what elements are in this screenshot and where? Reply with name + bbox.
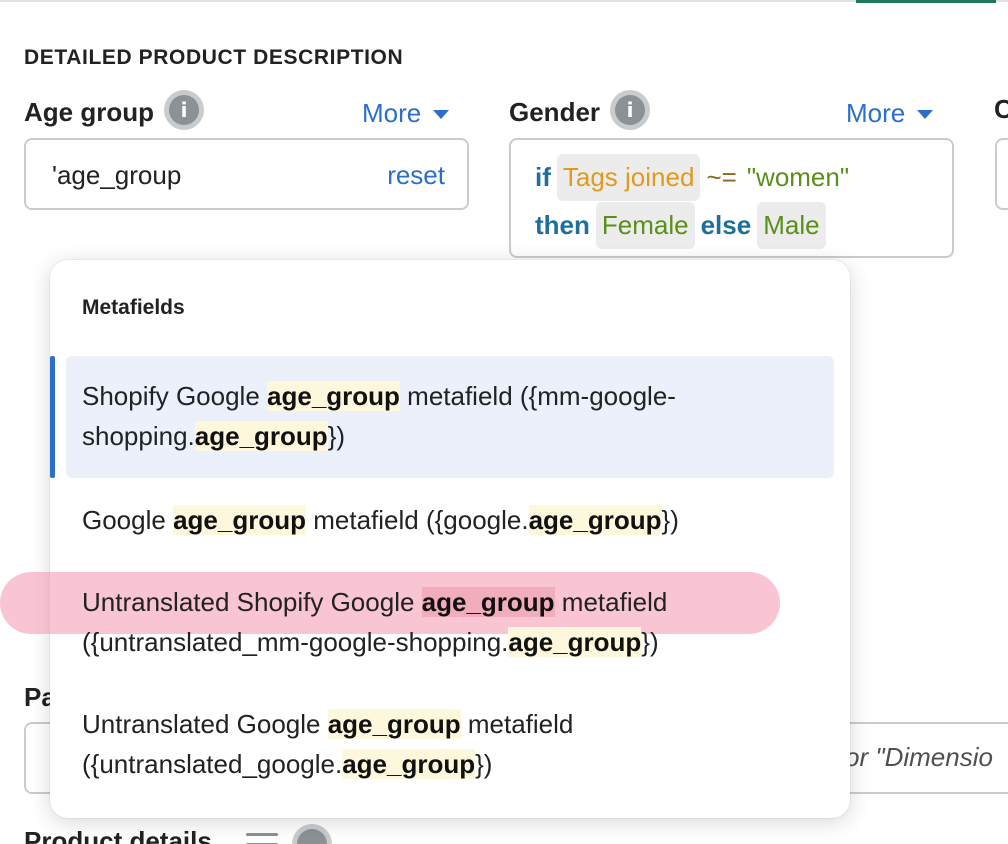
- selection-indicator: [50, 356, 55, 478]
- option-text: }): [327, 421, 346, 451]
- age-group-label: Age group: [24, 96, 154, 127]
- caret-down-icon: [917, 110, 934, 119]
- option-text: shopping.: [82, 421, 195, 451]
- option-text: metafield ({google.: [306, 505, 529, 535]
- next-field-input[interactable]: [995, 138, 1008, 210]
- age-group-more-button[interactable]: More: [362, 98, 450, 129]
- option-text: Shopify Google: [82, 381, 268, 411]
- gender-label-row: Gender i: [509, 90, 651, 130]
- string-literal: "women": [746, 162, 850, 192]
- product-details-icons: [246, 824, 332, 844]
- gender-expression-input[interactable]: if Tags joined ~= "women" then Female el…: [509, 138, 954, 258]
- match-highlight: age_group: [267, 381, 400, 411]
- if-keyword: if: [535, 162, 551, 192]
- gender-label: Gender: [509, 96, 601, 127]
- section-title: DETAILED PRODUCT DESCRIPTION: [24, 46, 404, 69]
- option-text: metafield: [554, 587, 668, 617]
- dropdown-heading: Metafields: [82, 296, 185, 319]
- match-highlight: age_group: [528, 505, 662, 535]
- reset-button[interactable]: reset: [387, 160, 445, 191]
- expression-line-2: then Female else Male: [535, 202, 832, 249]
- info-icon[interactable]: i: [610, 90, 651, 130]
- option-text: Google: [82, 505, 174, 535]
- tags-joined-chip[interactable]: Tags joined: [556, 154, 701, 201]
- option-text: }): [475, 749, 493, 779]
- match-highlight: age_group: [194, 421, 328, 451]
- male-chip[interactable]: Male: [757, 202, 826, 249]
- pa-field-placeholder: or "Dimensio: [845, 742, 993, 772]
- option-text: Untranslated Shopify Google: [82, 587, 422, 617]
- info-icon[interactable]: [292, 824, 332, 844]
- match-highlight: age_group: [342, 749, 476, 779]
- option-text: metafield: [460, 709, 574, 739]
- gender-more-button[interactable]: More: [846, 98, 934, 129]
- match-highlight: age_group: [508, 627, 642, 657]
- age-group-label-row: Age group i: [24, 90, 204, 130]
- option-text: ({untranslated_mm-google-shopping.: [82, 627, 509, 657]
- active-tab-indicator: [856, 0, 996, 3]
- then-keyword: then: [535, 210, 590, 240]
- operator: ~=: [706, 162, 737, 192]
- else-keyword: else: [700, 210, 752, 240]
- option-text: }): [661, 505, 679, 535]
- dropdown-option-untranslated-shopify-google[interactable]: Untranslated Shopify Google age_group me…: [66, 582, 834, 666]
- expression-line-1: if Tags joined ~= "women": [535, 154, 849, 201]
- age-group-input[interactable]: 'age_group reset: [24, 138, 469, 210]
- info-icon[interactable]: i: [164, 90, 204, 130]
- drag-handle-icon[interactable]: [246, 833, 278, 844]
- option-text: }): [641, 627, 659, 657]
- dropdown-option-shopify-google[interactable]: Shopify Google age_group metafield ({mm-…: [66, 356, 834, 478]
- female-chip[interactable]: Female: [595, 202, 695, 249]
- dropdown-option-google[interactable]: Google age_group metafield ({google.age_…: [66, 500, 834, 544]
- match-highlight: age_group: [173, 505, 306, 535]
- caret-down-icon: [433, 110, 450, 119]
- age-group-value: 'age_group: [52, 160, 182, 190]
- option-text: metafield ({mm-google-: [399, 381, 676, 411]
- option-text: ({untranslated_google.: [82, 749, 343, 779]
- dropdown-option-untranslated-google[interactable]: Untranslated Google age_group metafield …: [66, 704, 834, 788]
- match-highlight: age_group: [327, 709, 461, 739]
- match-highlight: age_group: [421, 587, 555, 617]
- option-text: Untranslated Google: [82, 709, 328, 739]
- next-field-label: C: [994, 94, 1008, 124]
- more-label: More: [846, 98, 906, 128]
- product-details-label: Product details: [24, 826, 212, 844]
- more-label: More: [362, 98, 422, 128]
